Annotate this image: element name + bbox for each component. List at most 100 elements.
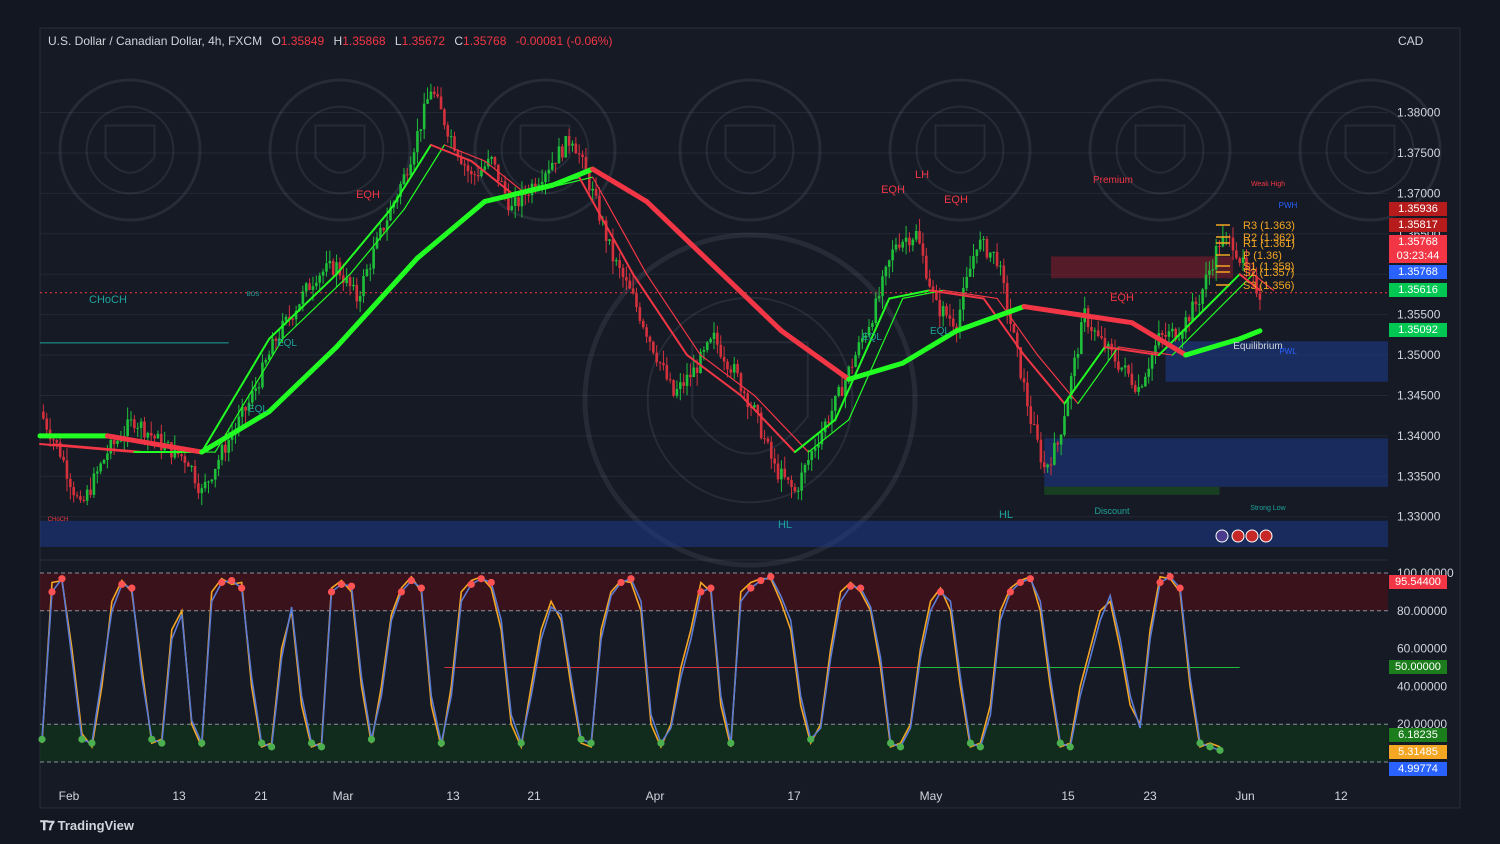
overbought-dot [697,588,705,596]
candle-body [951,318,955,327]
candle-body [894,244,898,250]
candle-body [716,332,719,345]
overbought-dot [707,584,715,592]
oversold-dot [1216,746,1224,754]
time-tick-label: Mar [333,789,354,803]
overbought-dot [936,588,945,596]
candle-body [139,421,143,428]
candle-body [1073,357,1076,377]
candle-body [412,152,416,165]
currency-label: CAD [1398,34,1424,48]
oversold-dot [317,743,326,751]
candle-body [776,463,780,480]
candle-body [881,276,884,297]
candle-body [1056,442,1060,445]
candle-body [985,239,989,258]
smc-label: EQH [1110,292,1134,304]
overbought-dot [1006,588,1014,596]
candle-body [210,479,214,482]
candle-body [834,395,837,411]
overbought-dot [847,582,855,590]
candle-body [422,103,426,130]
oversold-dot [198,739,206,747]
candle-body [810,450,814,461]
candle-body [635,293,638,308]
symbol-title[interactable]: U.S. Dollar / Canadian Dollar, 4h, FXCM [48,34,262,48]
candle-body [739,373,743,392]
candle-body [1123,365,1127,368]
oversold-dot [88,739,96,747]
candle-body [79,496,82,500]
time-tick-label: 21 [527,789,541,803]
candle-body [685,374,689,386]
candle-body [1039,439,1043,463]
candle-body [611,239,615,262]
candle-body [133,419,136,429]
chart-canvas[interactable]: CHoCH EQL EQL EQH EQH LH EQH EQH EQL EQL HL HL Premi… [0,0,1500,844]
candle-body [197,483,200,494]
candle-body [510,205,514,211]
candle-body [1164,334,1167,337]
candle-body [989,252,992,258]
candle-body [796,490,800,492]
candle-body [1147,368,1151,377]
candle-body [807,460,810,465]
price-tick-label: 1.35000 [1397,348,1441,362]
candle-body [55,440,59,443]
price-tick-label: 1.34500 [1397,388,1441,402]
candle-body [446,125,450,137]
overbought-dot [218,578,226,587]
candle-body [695,367,699,374]
candle-body [362,275,365,297]
candle-body [348,277,352,287]
candle-body [1140,386,1144,388]
oversold-dot [886,739,895,747]
candle-body [736,364,739,374]
candle-body [1177,338,1181,340]
candle-body [1096,330,1100,337]
candle-body [473,174,477,176]
tradingview-icon: 𝐓𝟕 [40,819,55,834]
candle-body [837,387,840,396]
time-tick-label: Feb [59,789,80,803]
candle-body [790,479,793,487]
overbought-dot [467,580,475,588]
candle-body [183,456,187,463]
time-tick-label: Apr [646,789,665,803]
candle-body [45,418,49,430]
candle-body [705,342,709,350]
candle-body [628,280,632,289]
tradingview-logo[interactable]: 𝐓𝟕 TradingView [40,818,134,834]
candle-body [42,411,45,419]
overbought-dot [487,578,495,587]
candle-body [190,466,193,468]
candle-body [517,197,520,207]
oversold-dot [78,735,86,743]
candle-body [1063,416,1066,435]
candle-body [102,459,106,464]
discount-zone [40,520,1388,547]
candle-body [840,387,844,396]
price-tag: 1.35092 [1389,323,1447,337]
smc-label: EQL [248,404,268,415]
candle-body [1012,324,1016,333]
oversold-dot [587,739,595,747]
osc-price-tag: 6.18235 [1389,728,1447,742]
pivot-label: S3 (1.356) [1243,280,1294,292]
osc-price-tag: 50.00000 [1389,660,1447,674]
time-tick-label: 13 [446,789,460,803]
candle-body [264,359,268,363]
candle-body [490,156,493,159]
candle-body [254,388,257,392]
overbought-dot [118,580,126,588]
candle-body [129,419,133,421]
event-marker-icon [1245,529,1259,543]
oversold-dot [1056,739,1064,747]
candle-body [827,421,830,423]
time-tick-label: 13 [172,789,186,803]
candle-body [1005,283,1009,311]
candle-body [1059,434,1063,445]
oversold-dot [367,735,376,743]
candle-body [112,439,116,445]
candle-body [982,239,985,241]
